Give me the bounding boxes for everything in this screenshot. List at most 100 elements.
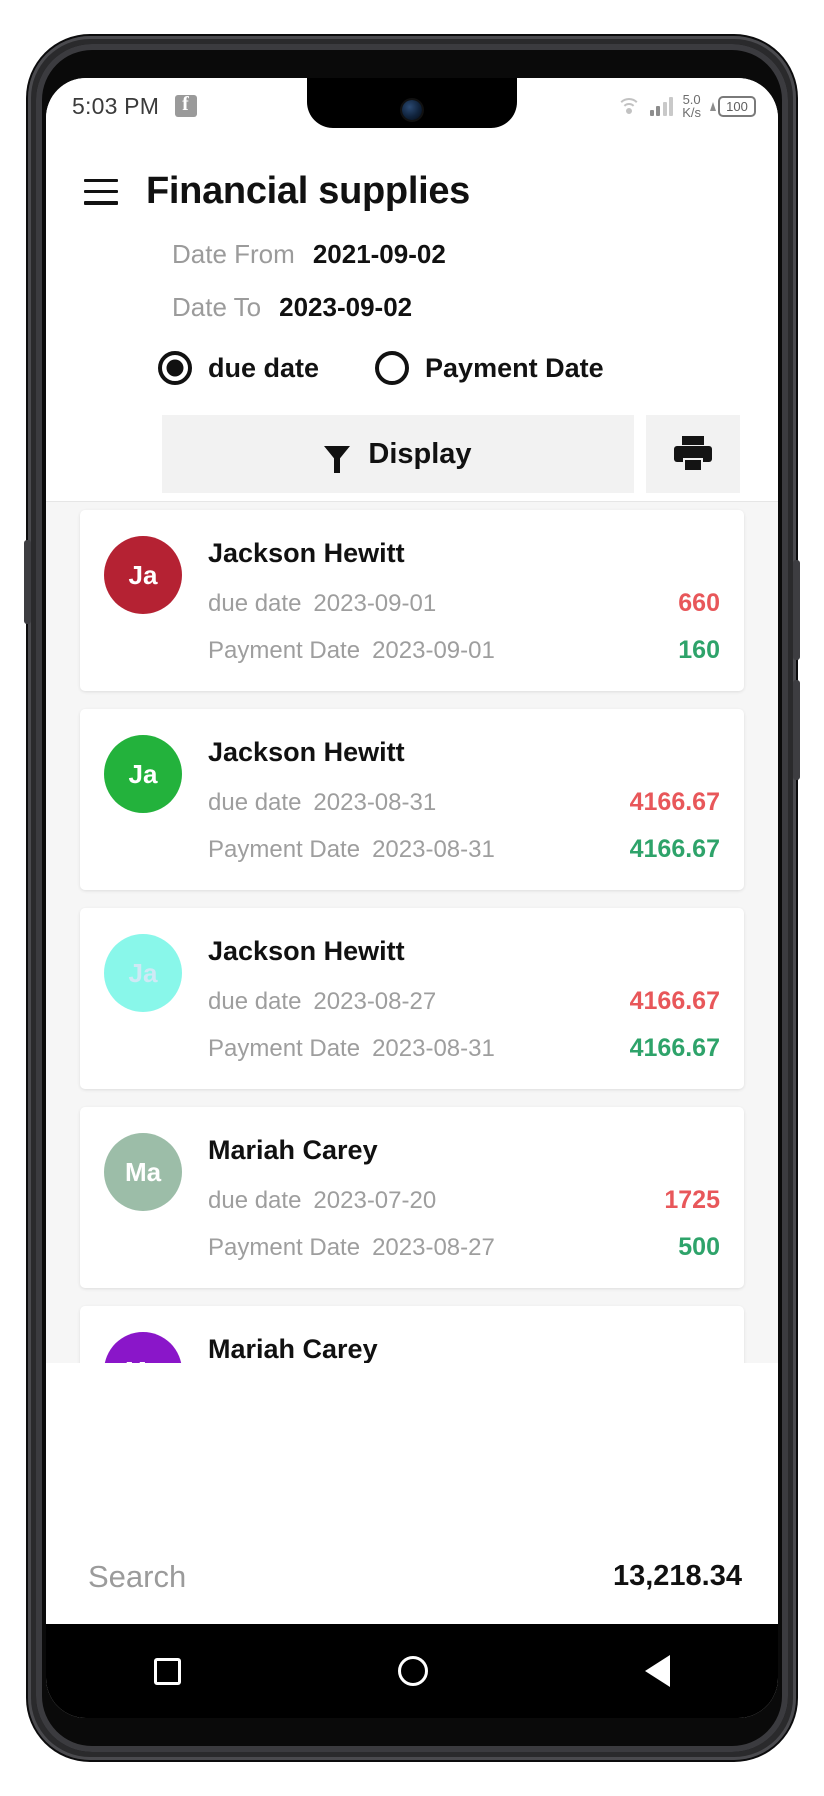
front-camera: [402, 100, 422, 120]
cellular-signal-icon: [649, 96, 674, 116]
network-speed-unit: K/s: [682, 105, 701, 120]
filter-funnel-icon: [324, 446, 351, 473]
list-item[interactable]: Ja Jackson Hewitt due date 2023-09-01 66…: [80, 510, 744, 691]
circle-icon[interactable]: [397, 1656, 428, 1686]
list-item[interactable]: Ma Mariah Carey due date 2023-07-20 1725…: [80, 1107, 744, 1288]
payment-date-label: Payment Date: [208, 1035, 361, 1062]
due-date-line: due date 2023-08-27 4166.67: [208, 987, 720, 1016]
due-date-label: due date: [208, 789, 302, 816]
radio-due-date-dot[interactable]: [158, 351, 192, 385]
display-button-label: Display: [368, 437, 472, 470]
battery-icon: 100: [710, 95, 756, 117]
volume-up-button[interactable]: [793, 560, 800, 660]
contact-name: Jackson Hewitt: [208, 936, 405, 966]
due-date-line: due date 2023-09-01 660: [208, 589, 720, 618]
radio-payment-date[interactable]: Payment Date: [375, 351, 604, 385]
date-to-row[interactable]: Date To 2023-09-02: [46, 292, 778, 323]
payment-amount: 4166.67: [629, 1034, 720, 1062]
avatar: Ja: [104, 735, 182, 813]
due-date-line: due date 2023-07-20 1725: [208, 1186, 720, 1215]
bottom-bar: 13,218.34: [46, 1528, 778, 1624]
total-amount: 13,218.34: [612, 1560, 742, 1592]
list-item[interactable]: Ma Mariah Carey: [80, 1306, 744, 1363]
radio-due-date[interactable]: due date: [158, 351, 319, 385]
contact-name: Jackson Hewitt: [208, 538, 405, 568]
due-date-value: 2023-08-27: [313, 988, 437, 1015]
payment-date-value: 2023-08-27: [372, 1234, 495, 1261]
avatar: Ja: [104, 934, 182, 1012]
date-to-label: Date To: [172, 292, 262, 322]
payment-amount: 160: [678, 636, 720, 664]
status-time: 5:03 PM: [72, 92, 160, 119]
screenshot-root: 5:03 PM 5.0 K/s 100: [0, 0, 824, 1796]
contact-name: Jackson Hewitt: [208, 737, 405, 767]
payment-date-label: Payment Date: [208, 1234, 361, 1261]
list-item-body: Mariah Carey due date 2023-07-20 1725 Pa…: [208, 1133, 720, 1262]
list-item-body: Jackson Hewitt due date 2023-08-31 4166.…: [208, 735, 720, 864]
phone-screen: 5:03 PM 5.0 K/s 100: [46, 78, 778, 1718]
search-input[interactable]: [88, 1558, 468, 1595]
volume-down-button[interactable]: [793, 680, 800, 780]
filter-actions: Display: [46, 415, 778, 493]
display-notch: [307, 78, 517, 128]
payment-date-label: Payment Date: [208, 836, 361, 863]
battery-level: 100: [718, 95, 756, 117]
app-bar: Financial supplies: [46, 134, 778, 223]
print-button[interactable]: [646, 415, 740, 493]
avatar: Ma: [104, 1133, 182, 1211]
contact-name: Mariah Carey: [208, 1334, 378, 1363]
due-date-value: 2023-07-20: [313, 1187, 437, 1214]
contact-name: Mariah Carey: [208, 1135, 378, 1165]
filter-panel: Date From 2021-09-02 Date To 2023-09-02 …: [46, 223, 778, 493]
payment-date-line: Payment Date 2023-08-31 4166.67: [208, 1034, 720, 1063]
list-item-body: Jackson Hewitt due date 2023-08-27 4166.…: [208, 934, 720, 1063]
avatar: Ja: [104, 536, 182, 614]
page-title: Financial supplies: [146, 170, 471, 212]
power-button[interactable]: [24, 540, 31, 624]
due-amount: 1725: [664, 1186, 720, 1214]
due-date-label: due date: [208, 590, 302, 617]
payment-date-line: Payment Date 2023-08-31 4166.67: [208, 835, 720, 864]
payment-date-value: 2023-08-31: [372, 1035, 495, 1062]
transaction-list[interactable]: Ja Jackson Hewitt due date 2023-09-01 66…: [46, 501, 778, 1363]
radio-due-date-label: due date: [208, 352, 320, 383]
date-from-value[interactable]: 2021-09-02: [313, 239, 446, 270]
app-surface: 5:03 PM 5.0 K/s 100: [46, 78, 778, 1718]
network-speed: 5.0 K/s: [682, 93, 701, 119]
due-amount: 4166.67: [629, 987, 720, 1015]
payment-date-value: 2023-09-01: [372, 637, 495, 664]
list-item[interactable]: Ja Jackson Hewitt due date 2023-08-27 41…: [80, 908, 744, 1089]
charging-bolt-icon: [710, 101, 716, 111]
due-date-value: 2023-08-31: [313, 789, 437, 816]
avatar: Ma: [104, 1332, 182, 1363]
android-nav-bar: [46, 1624, 778, 1718]
due-date-label: due date: [208, 988, 302, 1015]
list-item[interactable]: Ja Jackson Hewitt due date 2023-08-31 41…: [80, 709, 744, 890]
radio-payment-date-dot[interactable]: [375, 351, 410, 385]
display-button[interactable]: Display: [162, 415, 634, 493]
radio-payment-date-label: Payment Date: [425, 352, 604, 383]
payment-amount: 4166.67: [629, 835, 720, 863]
payment-amount: 500: [678, 1233, 720, 1261]
triangle-back-icon[interactable]: [644, 1655, 670, 1687]
status-icons: 5.0 K/s 100: [616, 93, 756, 119]
printer-icon: [674, 436, 712, 472]
date-from-label: Date From: [172, 239, 295, 269]
wifi-icon: [616, 97, 641, 115]
due-date-line: due date 2023-08-31 4166.67: [208, 788, 720, 817]
payment-date-value: 2023-08-31: [372, 836, 495, 863]
date-to-value[interactable]: 2023-09-02: [279, 292, 412, 323]
due-date-label: due date: [208, 1187, 302, 1214]
payment-date-line: Payment Date 2023-09-01 160: [208, 636, 720, 665]
hamburger-menu-icon[interactable]: [84, 178, 118, 205]
list-item-body: Jackson Hewitt due date 2023-09-01 660 P…: [208, 536, 720, 665]
facebook-icon: [175, 93, 198, 117]
due-amount: 4166.67: [629, 788, 720, 816]
date-type-radio-group: due date Payment Date: [46, 351, 778, 385]
date-from-row[interactable]: Date From 2021-09-02: [46, 239, 778, 270]
due-amount: 660: [678, 589, 720, 617]
list-item-body: Mariah Carey: [208, 1332, 720, 1363]
square-icon[interactable]: [154, 1657, 182, 1685]
due-date-value: 2023-09-01: [313, 590, 437, 617]
payment-date-label: Payment Date: [208, 637, 361, 664]
